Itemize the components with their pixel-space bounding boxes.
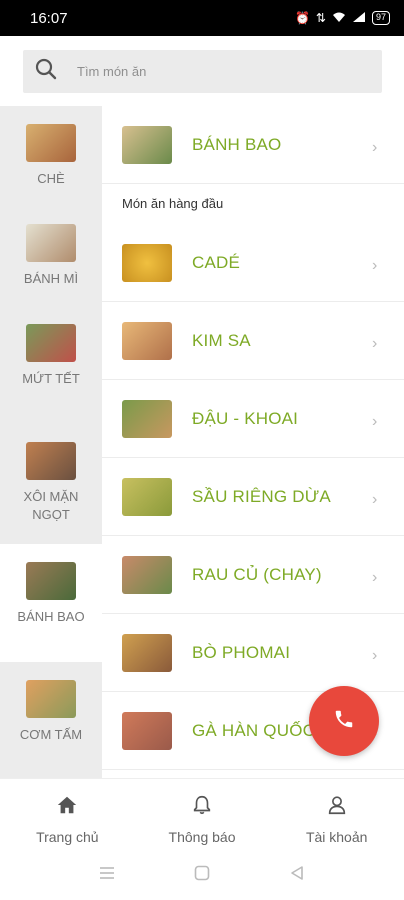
section-title: Món ăn hàng đầu: [122, 196, 224, 211]
status-bar: 16:07 ⏰ ⇅ 97: [0, 0, 404, 36]
product-thumbnail: [122, 125, 172, 164]
category-label: XÔI MẶN NGỌT: [23, 489, 79, 522]
bottom-nav: Trang chủ Thông báo Tài khoản: [0, 778, 404, 850]
status-icons: ⏰ ⇅ 97: [295, 11, 390, 26]
product-name: ĐẬU - KHOAI: [192, 408, 299, 428]
list-item[interactable]: SẦU RIÊNG DỪA ›: [102, 458, 404, 536]
user-icon: [326, 794, 348, 821]
category-thumbnail: [26, 124, 76, 162]
chevron-right-icon: ›: [372, 490, 378, 508]
category-item[interactable]: XÔI MẶN NGỌT: [0, 424, 102, 544]
nav-label: Thông báo: [168, 829, 236, 845]
product-thumbnail: [122, 477, 172, 516]
product-thumbnail: [122, 243, 172, 282]
signal-icon: [352, 11, 366, 26]
product-name: CADÉ: [192, 252, 241, 272]
chevron-right-icon: ›: [372, 646, 378, 664]
product-list: BÁNH BAO › Món ăn hàng đầu CADÉ › KIM SA…: [102, 106, 404, 778]
battery-indicator: 97: [371, 11, 390, 25]
product-name: BÁNH BAO: [192, 134, 282, 154]
nav-label: Trang chủ: [36, 829, 99, 845]
category-thumbnail: [26, 680, 76, 718]
search-bar: Tìm món ăn: [0, 36, 404, 106]
product-name: BÒ PHOMAI: [192, 642, 291, 662]
back-icon[interactable]: [288, 864, 306, 887]
chevron-right-icon: ›: [372, 568, 378, 586]
nav-account[interactable]: Tài khoản: [269, 779, 404, 850]
category-thumbnail: [26, 442, 76, 480]
product-name: SẦU RIÊNG DỪA: [192, 486, 331, 506]
chevron-right-icon: ›: [372, 334, 378, 352]
product-name: KIM SA: [192, 330, 251, 350]
product-thumbnail: [122, 633, 172, 672]
call-button[interactable]: [309, 686, 379, 756]
category-thumbnail: [26, 224, 76, 262]
nav-label: Tài khoản: [305, 829, 368, 845]
list-item[interactable]: BÁNH BAO ›: [102, 106, 404, 184]
list-item[interactable]: KIM SA ›: [102, 302, 404, 380]
nav-notifications[interactable]: Thông báo: [135, 779, 270, 850]
alarm-icon: ⏰: [294, 11, 310, 25]
category-thumbnail: [26, 562, 76, 600]
home-square-icon[interactable]: [193, 864, 211, 887]
category-item-active[interactable]: BÁNH BAO: [0, 544, 102, 662]
chevron-right-icon: ›: [372, 412, 378, 430]
product-thumbnail: [122, 555, 172, 594]
list-item[interactable]: CADÉ ›: [102, 224, 404, 302]
list-item[interactable]: RAU CỦ (CHAY) ›: [102, 536, 404, 614]
category-label: BÁNH BAO: [17, 609, 85, 624]
list-item[interactable]: BÒ PHOMAI ›: [102, 614, 404, 692]
nav-home[interactable]: Trang chủ: [0, 779, 135, 850]
bell-icon: [191, 794, 213, 821]
list-item[interactable]: ĐẬU - KHOAI ›: [102, 380, 404, 458]
menu-icon[interactable]: [98, 864, 116, 887]
category-thumbnail: [26, 324, 76, 362]
product-thumbnail: [122, 711, 172, 750]
product-thumbnail: [122, 399, 172, 438]
home-icon: [56, 794, 78, 821]
chevron-right-icon: ›: [372, 256, 378, 274]
system-nav-bar: [0, 850, 404, 900]
search-placeholder: Tìm món ăn: [77, 64, 147, 79]
category-item[interactable]: MỨT TẾT: [0, 306, 102, 424]
product-thumbnail: [122, 321, 172, 360]
category-item[interactable]: CƠM TẤM: [0, 662, 102, 778]
category-sidebar: CHÈ BÁNH MÌ MỨT TẾT XÔI MẶN NGỌT BÁNH BA…: [0, 106, 102, 778]
network-icon: ⇅: [315, 11, 326, 25]
category-item[interactable]: BÁNH MÌ: [0, 206, 102, 306]
wifi-icon: [332, 11, 346, 26]
category-label: CHÈ: [37, 171, 65, 186]
search-input[interactable]: Tìm món ăn: [23, 50, 382, 93]
product-name: RAU CỦ (CHAY): [192, 564, 322, 584]
chevron-right-icon: ›: [372, 138, 378, 156]
category-label: BÁNH MÌ: [23, 271, 79, 286]
category-label: CƠM TẤM: [19, 727, 83, 742]
phone-icon: [333, 708, 355, 735]
category-item[interactable]: CHÈ: [0, 106, 102, 206]
status-time: 16:07: [30, 9, 68, 27]
search-icon: [35, 58, 57, 85]
category-label: MỨT TẾT: [22, 371, 80, 386]
